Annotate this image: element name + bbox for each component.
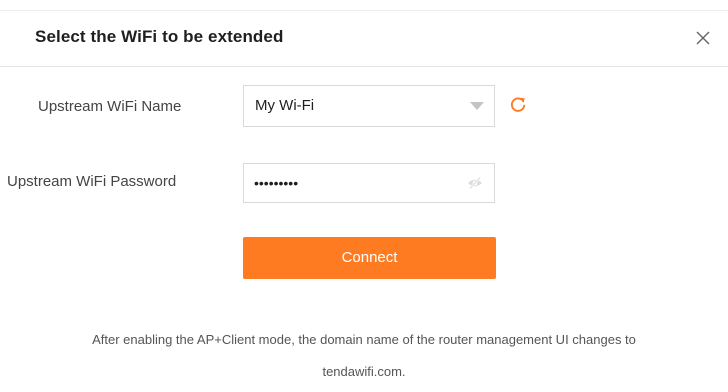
chevron-down-icon xyxy=(470,102,484,110)
upstream-wifi-password-field xyxy=(243,163,495,203)
refresh-button[interactable] xyxy=(509,96,527,114)
wifi-extend-dialog: Select the WiFi to be extended Upstream … xyxy=(0,0,728,392)
dialog-header: Select the WiFi to be extended xyxy=(0,10,728,67)
upstream-wifi-password-label: Upstream WiFi Password xyxy=(7,173,177,190)
dialog-title: Select the WiFi to be extended xyxy=(35,27,284,46)
refresh-icon xyxy=(510,97,526,112)
close-icon xyxy=(696,31,710,45)
eye-off-icon xyxy=(468,176,482,190)
selected-wifi-name: My Wi-Fi xyxy=(255,97,315,114)
note-line-2: tendawifi.com. xyxy=(322,364,406,379)
password-input[interactable] xyxy=(254,170,454,196)
upstream-wifi-name-select[interactable]: My Wi-Fi xyxy=(243,85,495,127)
mode-change-note: After enabling the AP+Client mode, the d… xyxy=(20,324,708,388)
note-line-1: After enabling the AP+Client mode, the d… xyxy=(92,332,636,347)
upstream-wifi-name-label: Upstream WiFi Name xyxy=(38,98,182,115)
toggle-password-visibility[interactable] xyxy=(467,176,483,190)
connect-button[interactable]: Connect xyxy=(243,237,496,279)
close-button[interactable] xyxy=(692,27,714,49)
